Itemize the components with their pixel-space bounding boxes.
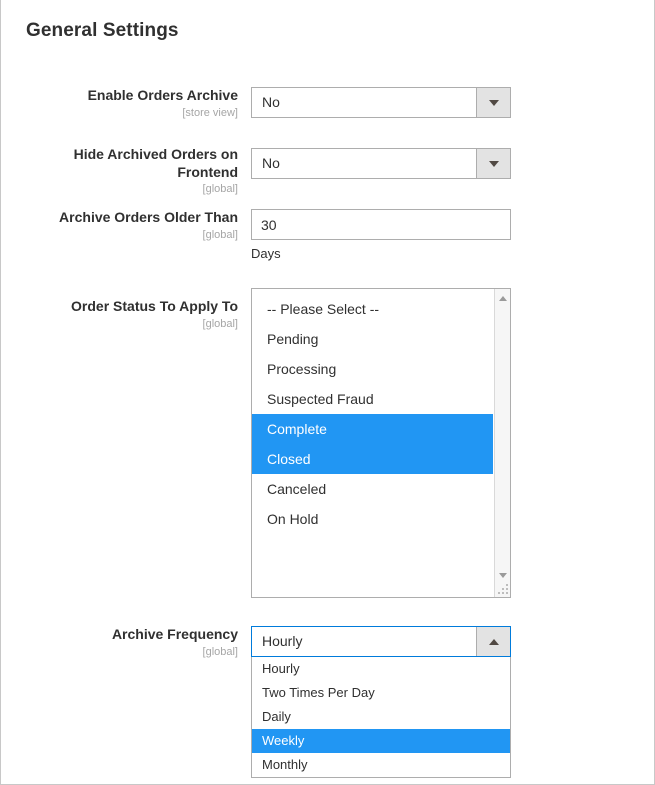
label-hide-archived-orders-line2: Frontend bbox=[177, 163, 238, 180]
order-status-option-list[interactable]: -- Please Select -- Pending Processing Susp… bbox=[252, 294, 493, 597]
scope-archive-orders-older-than: [global] bbox=[202, 228, 238, 241]
archive-orders-older-than-note: Days bbox=[251, 246, 281, 261]
archive-frequency-option[interactable]: Hourly bbox=[252, 657, 510, 681]
settings-page: General Settings Enable Orders Archive [… bbox=[0, 0, 655, 785]
chevron-up-icon[interactable] bbox=[476, 627, 510, 656]
arrow-glyph bbox=[498, 295, 507, 301]
scope-enable-orders-archive: [store view] bbox=[182, 106, 238, 119]
field-control: -- Please Select -- Pending Processing Susp… bbox=[251, 288, 511, 598]
label-hide-archived-orders-line1: Hide Archived Orders on bbox=[73, 146, 238, 162]
scope-archive-frequency: [global] bbox=[202, 645, 238, 658]
resize-grip-icon[interactable] bbox=[497, 584, 508, 595]
order-status-option[interactable]: -- Please Select -- bbox=[252, 294, 493, 324]
enable-orders-archive-select[interactable]: No bbox=[251, 87, 511, 118]
hide-archived-orders-select[interactable]: No bbox=[251, 148, 511, 179]
order-status-option[interactable]: Complete bbox=[252, 414, 493, 444]
enable-orders-archive-value: No bbox=[262, 94, 280, 110]
field-control: No bbox=[251, 148, 511, 179]
caret-glyph bbox=[488, 160, 499, 167]
label-archive-frequency: Archive Frequency bbox=[111, 626, 238, 642]
archive-frequency-option-list[interactable]: Hourly Two Times Per Day Daily Weekly Monthl… bbox=[251, 657, 511, 778]
archive-frequency-value: Hourly bbox=[262, 633, 303, 649]
hide-archived-orders-value: No bbox=[262, 155, 280, 171]
archive-frequency-option[interactable]: Weekly bbox=[252, 729, 510, 753]
page-title: General Settings bbox=[26, 20, 179, 41]
field-label: Order Status To Apply To [global] bbox=[1, 298, 238, 331]
multiselect-scrollbar[interactable] bbox=[494, 289, 510, 597]
field-label: Enable Orders Archive [store view] bbox=[1, 87, 238, 120]
field-label: Archive Frequency [global] bbox=[1, 626, 238, 659]
order-status-option[interactable]: Pending bbox=[252, 324, 493, 354]
chevron-down-icon[interactable] bbox=[476, 88, 510, 117]
label-order-status-to-apply-to: Order Status To Apply To bbox=[71, 298, 238, 314]
scope-hide-archived-orders: [global] bbox=[202, 183, 238, 195]
field-control: No bbox=[251, 87, 511, 118]
chevron-down-icon[interactable] bbox=[476, 149, 510, 178]
arrow-glyph bbox=[498, 572, 507, 578]
field-label: Archive Orders Older Than [global] bbox=[1, 209, 238, 242]
order-status-option[interactable]: Suspected Fraud bbox=[252, 384, 493, 414]
order-status-multiselect[interactable]: -- Please Select -- Pending Processing Susp… bbox=[251, 288, 511, 598]
field-control: Hourly Hourly Two Times Per Day Daily Weekl… bbox=[251, 626, 511, 778]
archive-orders-older-than-input[interactable] bbox=[251, 209, 511, 240]
archive-frequency-select[interactable]: Hourly bbox=[251, 626, 511, 657]
scope-order-status-to-apply-to: [global] bbox=[202, 317, 238, 330]
label-archive-orders-older-than: Archive Orders Older Than bbox=[59, 209, 238, 225]
caret-glyph bbox=[488, 99, 499, 106]
field-label: Hide Archived Orders on Frontend [global… bbox=[1, 146, 238, 197]
label-enable-orders-archive: Enable Orders Archive bbox=[87, 87, 238, 103]
scroll-down-arrow-icon[interactable] bbox=[495, 567, 510, 583]
archive-frequency-option[interactable]: Monthly bbox=[252, 753, 510, 777]
archive-frequency-option[interactable]: Two Times Per Day bbox=[252, 681, 510, 705]
scroll-up-arrow-icon[interactable] bbox=[495, 290, 510, 306]
order-status-option[interactable]: Closed bbox=[252, 444, 493, 474]
order-status-option[interactable]: Canceled bbox=[252, 474, 493, 504]
field-control: Days bbox=[251, 209, 511, 261]
order-status-option[interactable]: On Hold bbox=[252, 504, 493, 534]
caret-glyph bbox=[488, 638, 499, 645]
order-status-option[interactable]: Processing bbox=[252, 354, 493, 384]
archive-frequency-option[interactable]: Daily bbox=[252, 705, 510, 729]
